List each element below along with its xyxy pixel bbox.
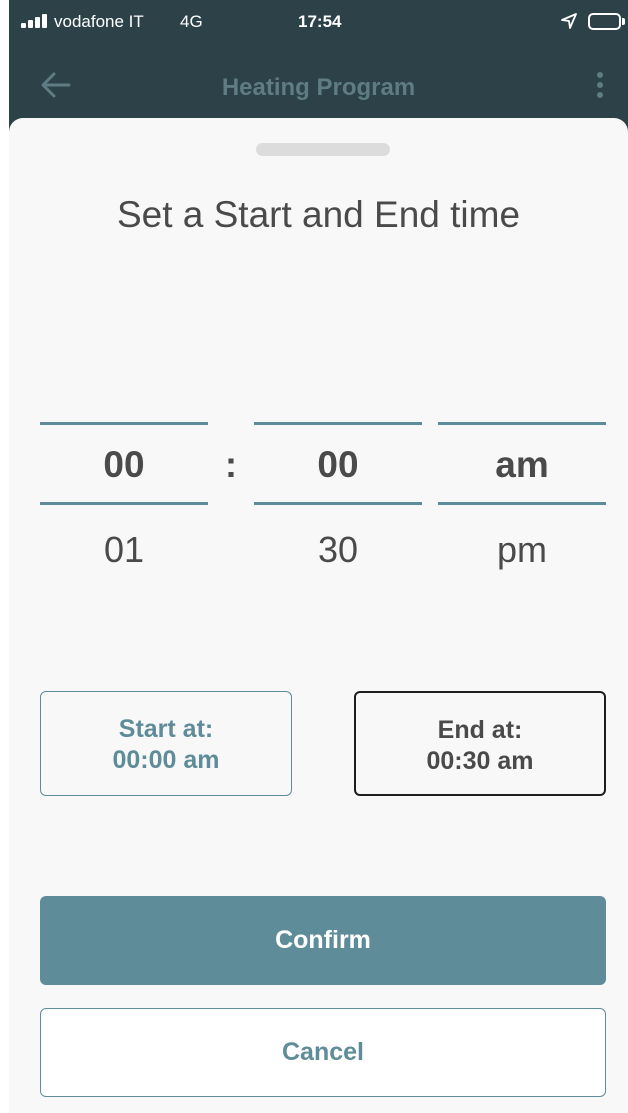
- sheet-drag-handle[interactable]: [256, 143, 390, 156]
- hour-option-next[interactable]: 01: [40, 529, 208, 571]
- battery-icon: [588, 13, 621, 30]
- battery-tip: [622, 18, 625, 25]
- end-time-box[interactable]: End at: 00:30 am: [354, 691, 606, 796]
- status-time: 17:54: [298, 12, 342, 31]
- start-time-box[interactable]: Start at: 00:00 am: [40, 691, 292, 796]
- time-separator: :: [225, 444, 237, 485]
- confirm-button[interactable]: Confirm: [40, 896, 606, 985]
- signal-icon: [21, 14, 51, 28]
- more-vertical-icon[interactable]: [594, 70, 606, 100]
- sheet-title: Set a Start and End time: [116, 194, 521, 235]
- location-icon: [561, 13, 577, 29]
- minute-selected[interactable]: 00: [254, 444, 422, 486]
- status-bar: vodafone IT 4G 17:54: [9, 0, 628, 46]
- cancel-button[interactable]: Cancel: [40, 1008, 606, 1097]
- carrier-name: vodafone IT: [54, 12, 144, 31]
- period-selected[interactable]: am: [438, 444, 606, 486]
- start-time-label: Start at:: [118, 715, 214, 743]
- minute-selection-top-line: [254, 422, 422, 425]
- period-selection-bottom-line: [438, 502, 606, 505]
- time-picker-sheet: Set a Start and End time 00 01 : 00 30 a…: [9, 118, 628, 1113]
- network-type: 4G: [180, 12, 203, 31]
- hour-selection-bottom-line: [40, 502, 208, 505]
- period-option-next[interactable]: pm: [438, 529, 606, 571]
- nav-bar: Heating Program: [9, 46, 628, 118]
- hour-selection-top-line: [40, 422, 208, 425]
- start-time-value: 00:00 am: [112, 746, 220, 774]
- page-title: Heating Program: [221, 74, 416, 101]
- app-screen: vodafone IT 4G 17:54 Heating Program Set…: [9, 0, 628, 1113]
- minute-selection-bottom-line: [254, 502, 422, 505]
- end-time-value: 00:30 am: [426, 747, 534, 775]
- hour-selected[interactable]: 00: [40, 444, 208, 486]
- period-selection-top-line: [438, 422, 606, 425]
- minute-option-next[interactable]: 30: [254, 529, 422, 571]
- end-time-label: End at:: [437, 716, 523, 744]
